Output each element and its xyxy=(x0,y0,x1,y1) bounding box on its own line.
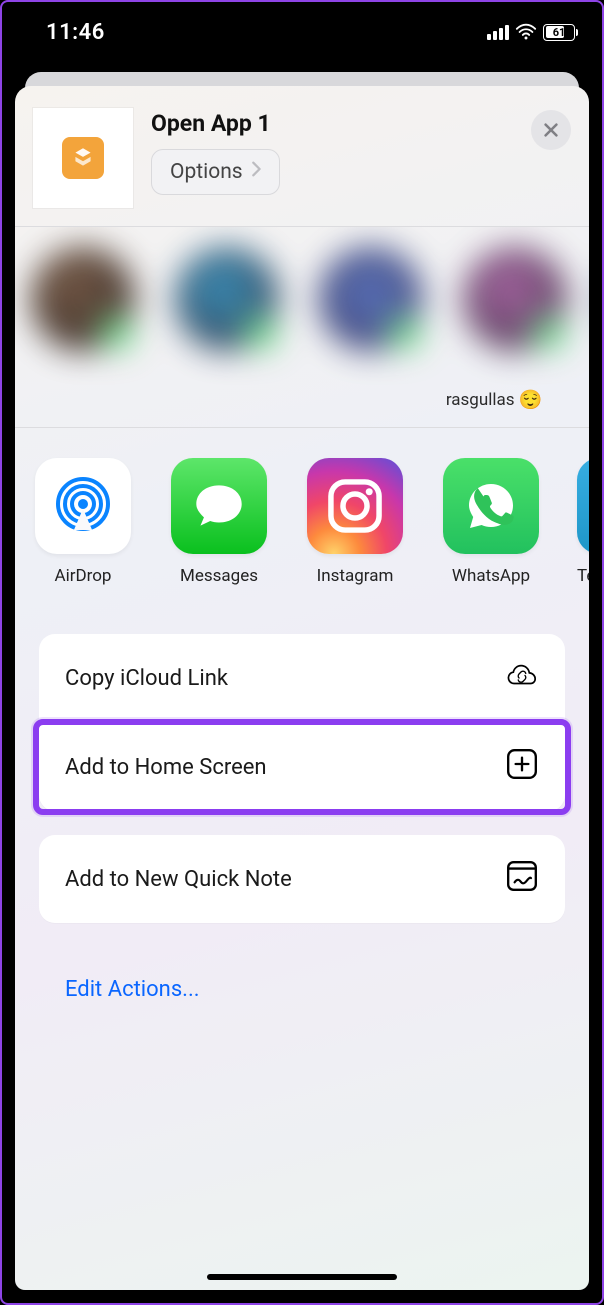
plus-square-icon xyxy=(505,747,539,787)
app-label: Instagram xyxy=(317,566,394,586)
share-target-telegram[interactable]: Te xyxy=(577,458,589,586)
battery-icon: 61 xyxy=(543,24,578,41)
action-label: Add to New Quick Note xyxy=(65,867,292,892)
share-target-whatsapp[interactable]: WhatsApp xyxy=(441,458,541,586)
cloud-link-icon xyxy=(505,658,539,698)
home-indicator[interactable] xyxy=(207,1274,397,1280)
edit-actions-link[interactable]: Edit Actions... xyxy=(39,947,565,1032)
statusbar-time: 11:46 xyxy=(46,20,105,45)
action-copy-icloud-link[interactable]: Copy iCloud Link xyxy=(39,634,565,722)
app-label: Messages xyxy=(180,566,258,586)
share-title: Open App 1 xyxy=(151,110,513,137)
apps-row[interactable]: AirDrop Messages Instagram WhatsApp xyxy=(15,428,589,612)
contacts-row[interactable]: rasgullas😌 xyxy=(15,227,589,427)
wifi-icon xyxy=(515,21,537,43)
shortcut-app-icon xyxy=(33,108,133,208)
instagram-icon xyxy=(307,458,403,554)
messages-icon xyxy=(171,458,267,554)
share-target-messages[interactable]: Messages xyxy=(169,458,269,586)
contact-caption: rasgullas😌 xyxy=(399,388,589,411)
status-bar: 11:46 61 xyxy=(2,2,602,62)
cellular-icon xyxy=(487,24,509,40)
share-target-airdrop[interactable]: AirDrop xyxy=(33,458,133,586)
emoji-relieved-icon: 😌 xyxy=(518,388,542,411)
actions-card-1: Copy iCloud Link Add to Home Screen xyxy=(39,634,565,811)
action-label: Copy iCloud Link xyxy=(65,666,228,691)
share-header: Open App 1 Options xyxy=(15,86,589,226)
action-label: Add to Home Screen xyxy=(65,755,267,780)
whatsapp-icon xyxy=(443,458,539,554)
chevron-right-icon xyxy=(249,160,263,184)
close-button[interactable] xyxy=(531,110,571,150)
share-target-instagram[interactable]: Instagram xyxy=(305,458,405,586)
quick-note-icon xyxy=(505,859,539,899)
app-label: AirDrop xyxy=(55,566,112,586)
share-sheet: Open App 1 Options xyxy=(15,86,589,1290)
telegram-icon xyxy=(577,458,589,554)
airdrop-icon xyxy=(35,458,131,554)
shortcut-glyph-icon xyxy=(62,137,104,179)
action-add-to-quick-note[interactable]: Add to New Quick Note xyxy=(39,835,565,923)
options-label: Options xyxy=(170,160,243,184)
options-button[interactable]: Options xyxy=(151,149,280,195)
app-label: WhatsApp xyxy=(452,566,530,586)
actions-card-2: Add to New Quick Note xyxy=(39,835,565,923)
statusbar-right: 61 xyxy=(487,21,578,43)
app-label: Te xyxy=(577,566,589,586)
action-add-to-home-screen[interactable]: Add to Home Screen xyxy=(39,722,565,811)
